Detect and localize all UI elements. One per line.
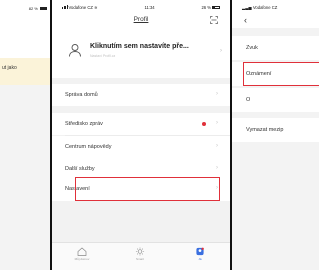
chevron-right-icon: › (216, 91, 218, 97)
settings-item-label: Vymazat mezip (246, 127, 284, 133)
tab-label: Smart (135, 257, 144, 261)
menu-item-label: Centrum nápovědy (65, 143, 112, 150)
chevron-right-icon: › (216, 142, 218, 149)
battery-percent: 26 % (201, 4, 211, 10)
battery-icon (211, 5, 220, 10)
menu-item-label: Správa domů (65, 92, 98, 98)
chevron-right-icon: › (216, 165, 218, 171)
tab-me[interactable]: Já (180, 247, 220, 261)
settings-screen: ▂▃▅ Vodafone CZ ‹ Zvuk Oznámení O Vymaza… (232, 0, 319, 270)
info-note: ut jako (0, 58, 50, 85)
menu-item-label: Další služby (65, 166, 95, 172)
battery-percent: 82 % (28, 6, 38, 11)
left-phone-screen: 82 % ut jako (0, 0, 50, 270)
menu-item-centrum-napovedy[interactable]: Centrum nápovědy › (52, 135, 230, 158)
nav-bar: Profil (52, 14, 230, 28)
tab-label: Můj domov (74, 257, 90, 261)
status-bar: Vodafone CZ ≋ 11:34 26 % (52, 0, 230, 14)
page-title: Profil (133, 16, 149, 23)
carrier-name: Vodafone CZ (252, 5, 278, 10)
profile-name: Kliknutím sem nastavíte pře... (90, 43, 189, 50)
profile-screen: Vodafone CZ ≋ 11:34 26 % Profil Kliknutí… (52, 0, 230, 270)
carrier-name: Vodafone CZ (68, 4, 93, 10)
nav-bar: ‹ (232, 14, 319, 28)
sun-icon (135, 247, 145, 256)
settings-item-label: Zvuk (246, 45, 258, 51)
tab-label: Já (198, 257, 202, 261)
info-note-text: ut jako (2, 65, 17, 71)
menu-item-sprava-domu[interactable]: Správa domů › (52, 84, 230, 106)
chevron-right-icon: › (216, 120, 218, 126)
settings-item-o[interactable]: O (232, 88, 319, 112)
wifi-icon: ≋ (94, 4, 98, 10)
home-icon (77, 247, 87, 256)
highlight-box (243, 62, 319, 86)
menu-item-stredisko-zprav[interactable]: Středisko zpráv › (52, 113, 230, 135)
menu-item-label: Středisko zpráv (65, 121, 103, 127)
tab-smart[interactable]: Smart (120, 247, 160, 261)
signal-icon (62, 4, 68, 9)
back-arrow-icon[interactable]: ‹ (244, 15, 247, 25)
battery-icon (40, 7, 47, 11)
status-bar: 82 % (0, 0, 50, 16)
clock: 11:34 (144, 4, 155, 10)
avatar-icon (69, 44, 81, 57)
settings-item-vymazat[interactable]: Vymazat mezip (232, 118, 319, 142)
settings-item-label: O (246, 97, 251, 103)
bottom-tab-bar: Můj domov Smart Já (52, 242, 230, 270)
battery-status: 26 % (201, 5, 220, 10)
carrier: Vodafone CZ ≋ (62, 5, 98, 10)
highlight-box (75, 177, 220, 201)
tab-home[interactable]: Můj domov (62, 247, 102, 261)
status-bar: ▂▃▅ Vodafone CZ (232, 0, 319, 14)
scan-icon[interactable] (210, 16, 218, 26)
signal-icon: ▂▃▅ (242, 5, 252, 10)
person-icon (196, 247, 204, 256)
profile-card[interactable]: Kliknutím sem nastavíte pře... Nastaví P… (52, 28, 230, 78)
profile-subtitle: Nastaví Profil.cz (90, 54, 116, 58)
chevron-right-icon: › (220, 48, 222, 54)
content-area (0, 16, 50, 58)
notification-dot (202, 122, 206, 126)
settings-item-zvuk[interactable]: Zvuk (232, 36, 319, 60)
